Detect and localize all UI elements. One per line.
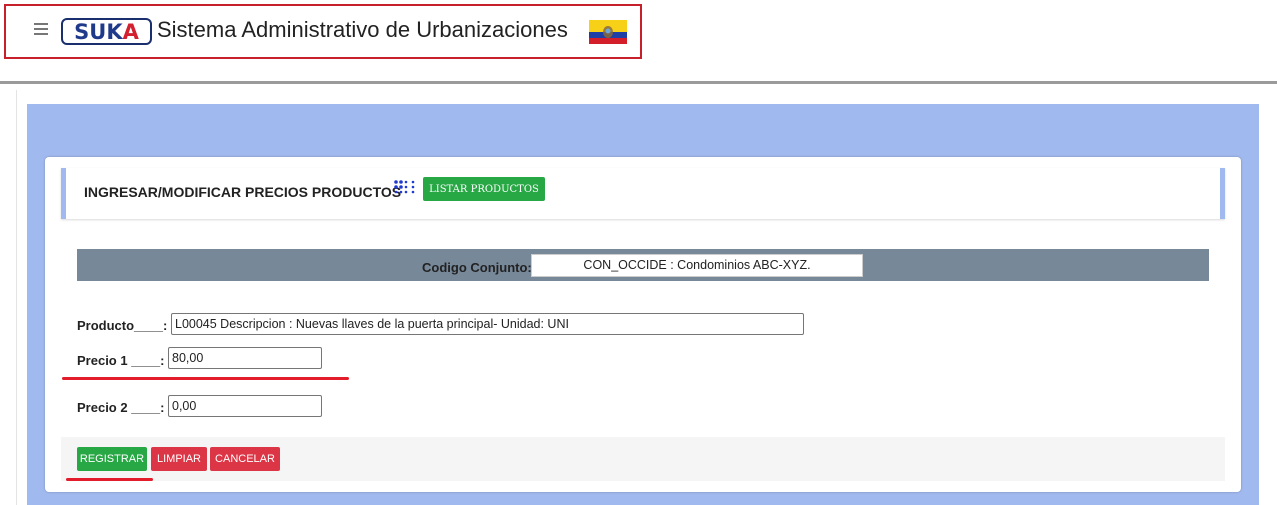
- top-header: SUKA Sistema Administrativo de Urbanizac…: [0, 0, 1277, 84]
- price2-label: Precio 2 ____:: [77, 400, 165, 415]
- header-divider: [0, 81, 1277, 84]
- dots-grid-icon[interactable]: [393, 179, 419, 195]
- price1-highlight: [62, 377, 349, 380]
- list-products-button[interactable]: LISTAR PRODUCTOS: [423, 177, 545, 201]
- register-highlight: [66, 478, 153, 481]
- page-title: INGRESAR/MODIFICAR PRECIOS PRODUCTOS: [84, 184, 402, 200]
- price1-field[interactable]: 80,00: [168, 347, 322, 369]
- price2-field[interactable]: 0,00: [168, 395, 322, 417]
- product-field[interactable]: L00045 Descripcion : Nuevas llaves de la…: [171, 313, 804, 335]
- ecuador-flag-icon: [589, 20, 627, 44]
- code-field[interactable]: CON_OCCIDE : Condominios ABC-XYZ.: [531, 254, 863, 277]
- hamburger-menu-icon[interactable]: [34, 23, 48, 35]
- register-button[interactable]: REGISTRAR: [77, 447, 147, 471]
- app-title: Sistema Administrativo de Urbanizaciones: [157, 17, 568, 42]
- suka-logo: SUKA: [61, 18, 152, 45]
- code-label: Codigo Conjunto:: [422, 260, 532, 275]
- price1-label: Precio 1 ____:: [77, 353, 165, 368]
- cancel-button[interactable]: CANCELAR: [210, 447, 280, 471]
- product-label: Producto____:: [77, 318, 168, 333]
- clear-button[interactable]: LIMPIAR: [151, 447, 207, 471]
- left-divider: [16, 90, 17, 505]
